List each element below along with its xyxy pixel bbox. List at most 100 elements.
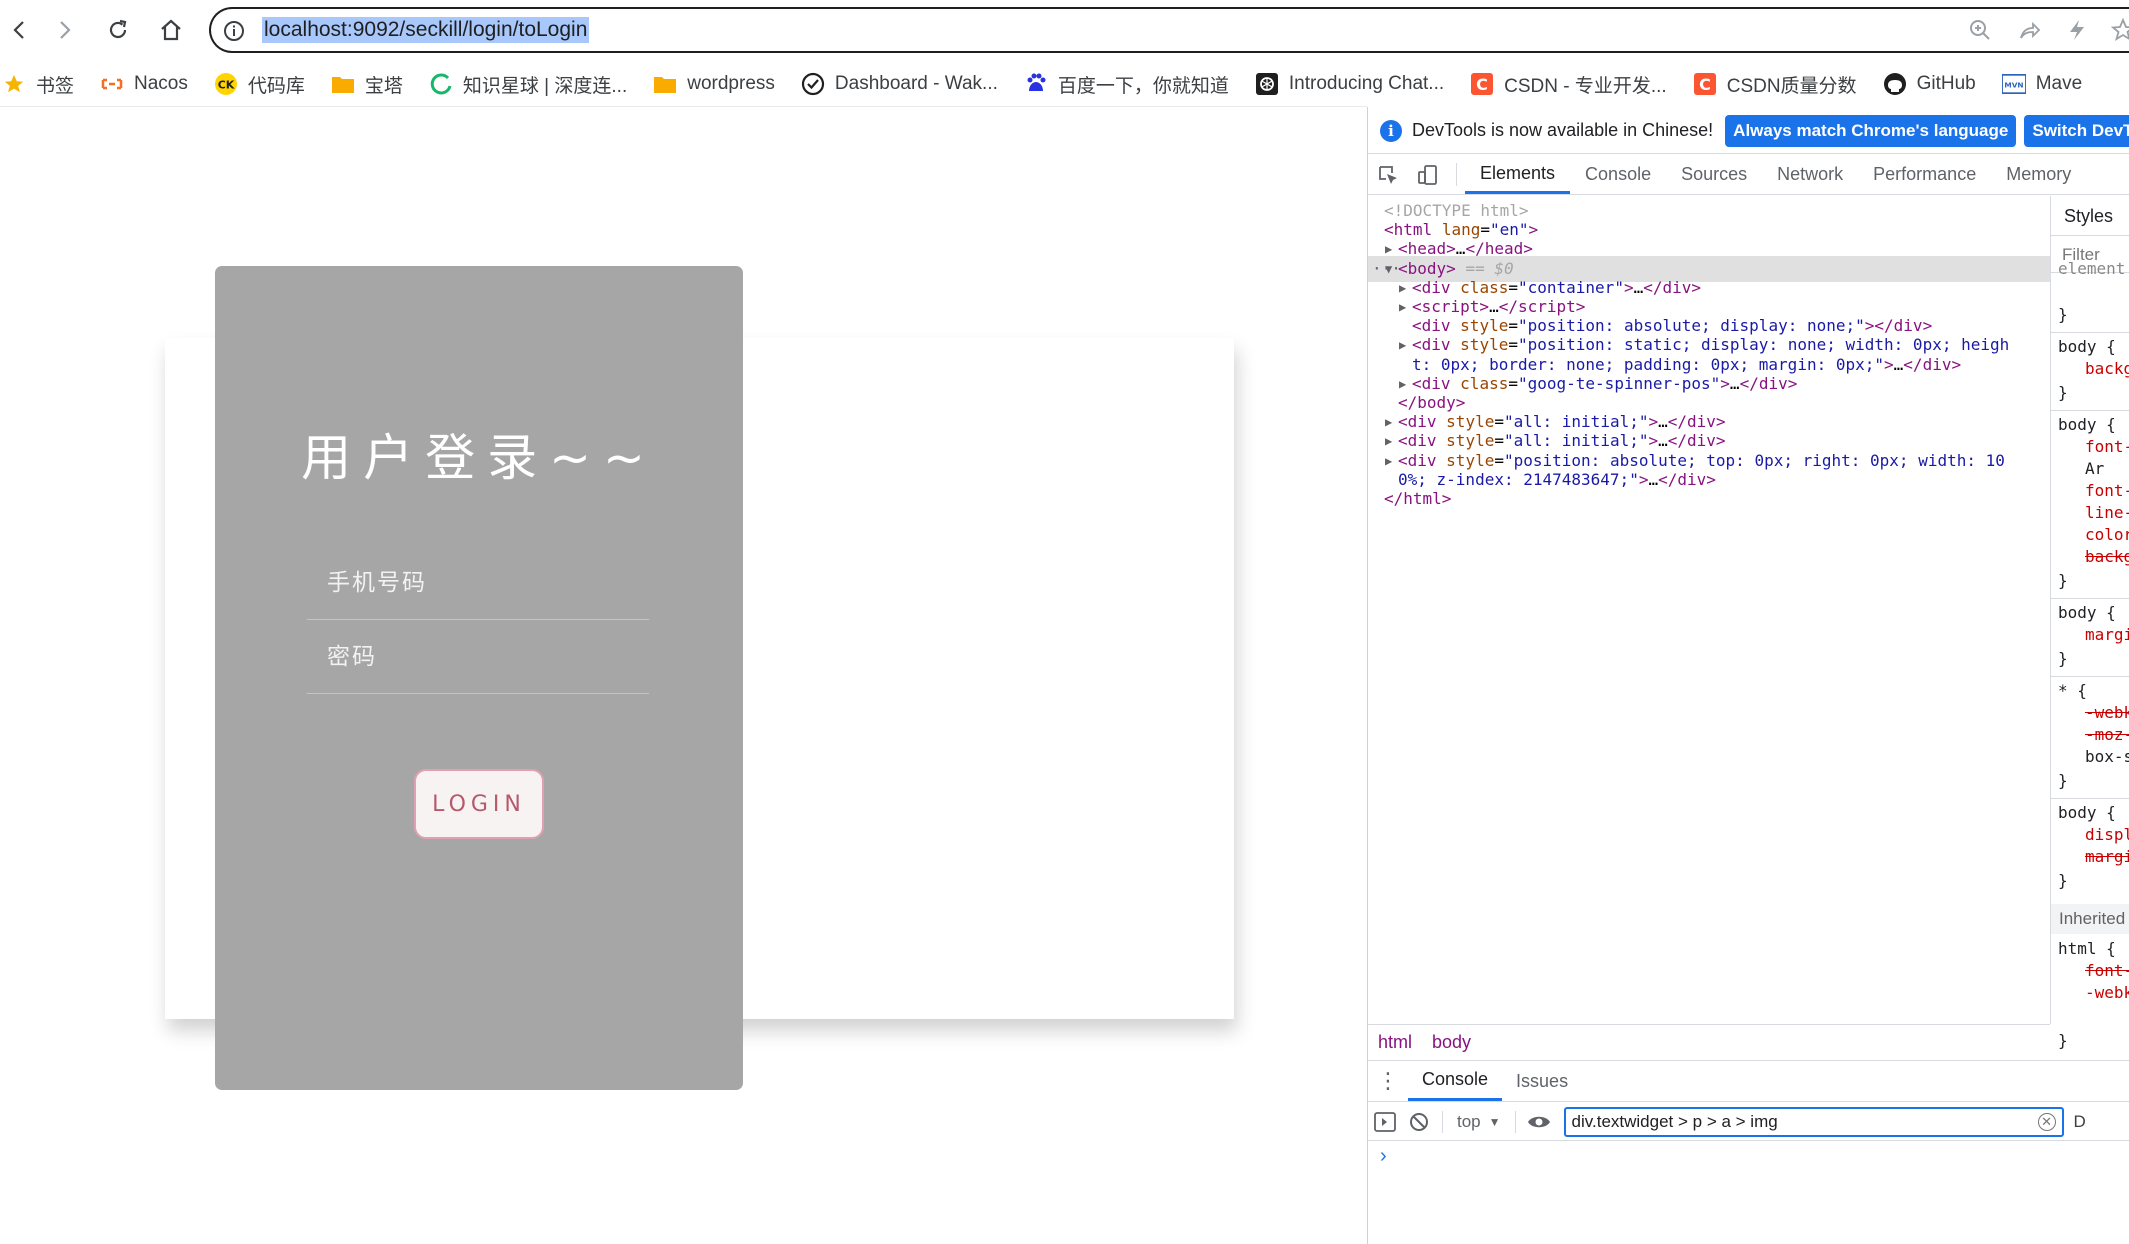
devtools-language-banner: i DevTools is now available in Chinese! … xyxy=(1368,108,2129,154)
console-toolbar-overflow[interactable]: D xyxy=(2074,1112,2086,1132)
tab-styles[interactable]: Styles xyxy=(2050,196,2129,236)
share-icon[interactable] xyxy=(2013,14,2045,46)
zoom-icon[interactable] xyxy=(1964,14,1996,46)
bookmark-item[interactable]: C CSDN - 专业开发... xyxy=(1470,71,1667,98)
bookmark-label: GitHub xyxy=(1916,73,1976,94)
tab-issues[interactable]: Issues xyxy=(1502,1061,1582,1101)
csdn-icon: C xyxy=(1693,72,1717,96)
folder-icon xyxy=(653,72,677,96)
github-icon xyxy=(1883,72,1907,96)
more-options-icon[interactable]: ⋮ xyxy=(1368,1061,1408,1101)
home-button[interactable] xyxy=(151,10,191,50)
svg-text:CK: CK xyxy=(218,79,235,92)
clear-console-icon[interactable] xyxy=(1402,1111,1436,1133)
breadcrumb-html[interactable]: html xyxy=(1368,1032,1422,1053)
bookmark-item[interactable]: wordpress xyxy=(653,72,775,96)
maven-icon: MVN xyxy=(2001,72,2026,96)
style-rule-line: displ xyxy=(2085,825,2129,844)
login-button[interactable]: LOGIN xyxy=(414,769,544,839)
style-rule-line: box-s xyxy=(2085,747,2129,766)
device-toolbar-icon[interactable] xyxy=(1408,155,1448,194)
tab-performance[interactable]: Performance xyxy=(1858,155,1991,194)
match-language-button[interactable]: Always match Chrome's language xyxy=(1725,114,2017,147)
bookmark-label: 知识星球 | 深度连... xyxy=(462,75,628,97)
bookmark-label: 代码库 xyxy=(247,75,305,97)
site-info-icon[interactable] xyxy=(222,19,246,43)
style-rule-line: } xyxy=(2058,571,2068,590)
eye-icon[interactable] xyxy=(1522,1114,1556,1130)
tab-sources[interactable]: Sources xyxy=(1666,155,1762,194)
bookmark-item[interactable]: 知识星球 | 深度连... xyxy=(429,71,627,98)
console-toolbar: top ▼ ✕ D xyxy=(1368,1103,2129,1141)
style-rule-line: font- xyxy=(2085,437,2129,456)
bookmark-item[interactable]: 宝塔 xyxy=(331,71,403,98)
tab-console[interactable]: Console xyxy=(1408,1061,1503,1101)
reload-button[interactable] xyxy=(98,10,138,50)
bookmark-label: wordpress xyxy=(687,73,775,94)
style-rule-line: backg xyxy=(2085,359,2129,378)
sidebar-toggle-icon[interactable] xyxy=(1368,1111,1402,1132)
drawer-tabbar: ⋮ Console Issues xyxy=(1368,1060,2129,1102)
bookmark-label: Dashboard - Wak... xyxy=(834,73,998,94)
tab-network[interactable]: Network xyxy=(1762,155,1858,194)
phone-input[interactable] xyxy=(327,564,627,602)
styles-divider xyxy=(2051,332,2129,333)
bookmark-item[interactable]: CK 代码库 xyxy=(214,71,305,98)
lightning-icon[interactable] xyxy=(2061,14,2093,46)
tab-console[interactable]: Console xyxy=(1570,155,1666,194)
bookmark-item[interactable]: Nacos xyxy=(100,72,188,96)
bookmark-star-icon[interactable] xyxy=(2107,14,2129,46)
bookmark-label: Nacos xyxy=(134,73,188,94)
svg-text:MVN: MVN xyxy=(2004,81,2023,90)
inspect-element-icon[interactable] xyxy=(1368,155,1408,194)
inherited-section-header: Inherited xyxy=(2051,904,2129,934)
context-select[interactable]: top ▼ xyxy=(1457,1112,1501,1132)
svg-text:C: C xyxy=(1476,75,1488,94)
star-icon xyxy=(2,72,26,96)
url-text[interactable]: localhost:9092/seckill/login/toLogin xyxy=(262,17,590,43)
console-filter-field[interactable]: ✕ xyxy=(1563,1106,2064,1137)
dom-node-line[interactable]: </html> xyxy=(1368,486,2050,512)
openai-icon xyxy=(1255,72,1279,96)
console-prompt[interactable]: › xyxy=(1380,1145,1387,1168)
styles-divider xyxy=(2051,676,2129,677)
password-input[interactable] xyxy=(327,638,627,676)
clear-filter-icon[interactable]: ✕ xyxy=(2037,1112,2056,1131)
bookmark-item[interactable]: MVN Mave xyxy=(2001,72,2083,96)
bookmark-item[interactable]: Introducing Chat... xyxy=(1255,72,1444,96)
bookmark-label: Mave xyxy=(2035,73,2083,94)
style-rule-line: body { xyxy=(2058,415,2116,434)
style-rule-line: font- xyxy=(2085,961,2129,980)
style-rule-line: color xyxy=(2085,525,2129,544)
tab-memory[interactable]: Memory xyxy=(1991,155,2086,194)
devtools-tabbar: Elements Console Sources Network Performance… xyxy=(1368,155,2129,195)
style-rule-line: } xyxy=(2058,871,2068,890)
bookmark-label: CSDN质量分数 xyxy=(1726,75,1857,97)
styles-divider xyxy=(2051,598,2129,599)
bookmark-item[interactable]: C CSDN质量分数 xyxy=(1693,71,1857,98)
bookmark-item[interactable]: 书签 xyxy=(2,71,74,98)
bookmark-label: 书签 xyxy=(36,75,75,97)
styles-divider xyxy=(2051,410,2129,411)
bookmark-item[interactable]: 百度一下，你就知道 xyxy=(1024,71,1229,98)
phone-field[interactable] xyxy=(307,546,649,620)
bookmark-item[interactable]: Dashboard - Wak... xyxy=(801,72,998,96)
svg-text:C: C xyxy=(1699,75,1711,94)
switch-devtools-button[interactable]: Switch DevToo xyxy=(2024,114,2129,147)
console-filter-input[interactable] xyxy=(1571,1110,2022,1133)
style-rule-line: margi xyxy=(2085,847,2129,866)
tab-elements[interactable]: Elements xyxy=(1465,155,1571,194)
style-rule-line: margi xyxy=(2085,625,2129,644)
bookmark-item[interactable]: GitHub xyxy=(1883,72,1976,96)
password-field[interactable] xyxy=(307,620,649,694)
breadcrumb-body[interactable]: body xyxy=(1422,1032,1481,1053)
back-button[interactable] xyxy=(0,10,40,50)
codelib-icon: CK xyxy=(214,72,238,96)
arrow-right-icon xyxy=(60,21,71,39)
chevron-down-icon: ▼ xyxy=(1488,1114,1501,1129)
style-rule-line: -webk xyxy=(2085,703,2129,722)
style-rule-line: line- xyxy=(2085,503,2129,522)
wakatime-icon xyxy=(801,72,825,96)
forward-button[interactable] xyxy=(44,10,84,50)
style-rule-line: } xyxy=(2058,383,2068,402)
